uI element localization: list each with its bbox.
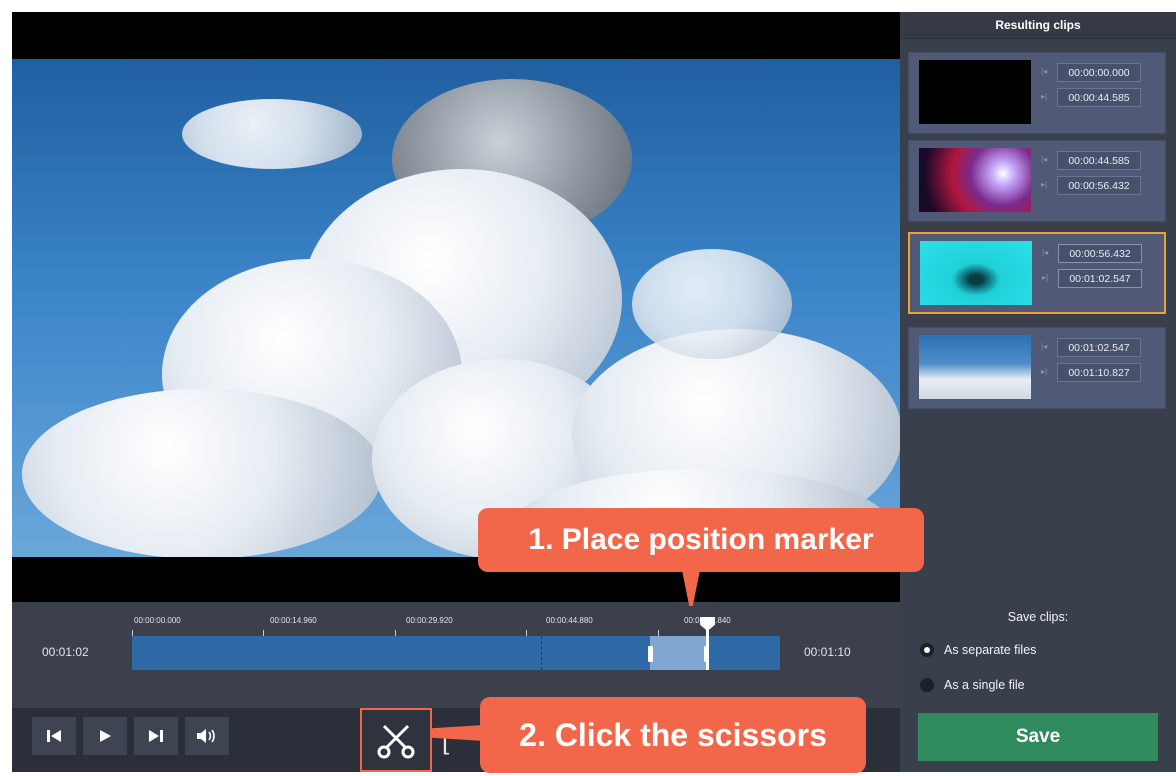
end-marker-icon: ▸| bbox=[1041, 180, 1048, 189]
clip-thumbnail bbox=[919, 148, 1031, 212]
total-time: 00:01:10 bbox=[804, 645, 851, 659]
clip-start-time[interactable]: 00:00:56.432 bbox=[1058, 244, 1142, 263]
clip-item-3[interactable]: |◂ 00:00:56.432 ▸| 00:01:02.547 bbox=[908, 232, 1166, 314]
volume-icon bbox=[197, 729, 215, 743]
start-marker-icon: |◂ bbox=[1041, 67, 1048, 76]
play-button[interactable] bbox=[83, 717, 127, 755]
option-single-label: As a single file bbox=[944, 678, 1025, 692]
clip-thumbnail bbox=[920, 241, 1032, 305]
clip-end-time[interactable]: 00:01:02.547 bbox=[1058, 269, 1142, 288]
clip-item-2[interactable]: |◂ 00:00:44.585 ▸| 00:00:56.432 bbox=[908, 140, 1166, 222]
save-button[interactable]: Save bbox=[918, 713, 1158, 761]
clip-item-4[interactable]: |◂ 00:01:02.547 ▸| 00:01:10.827 bbox=[908, 327, 1166, 409]
clip-thumbnail bbox=[919, 335, 1031, 399]
start-marker-icon: |◂ bbox=[1041, 155, 1048, 164]
resulting-clips-panel: Resulting clips |◂ 00:00:00.000 ▸| 00:00… bbox=[900, 12, 1176, 602]
clip-end-time[interactable]: 00:00:44.585 bbox=[1057, 88, 1141, 107]
clip-start-time[interactable]: 00:01:02.547 bbox=[1057, 338, 1141, 357]
skip-back-button[interactable] bbox=[32, 717, 76, 755]
timeline: 00:01:02 00:00:00.000 00:00:14.960 00:00… bbox=[12, 602, 900, 708]
clip-start-time[interactable]: 00:00:00.000 bbox=[1057, 63, 1141, 82]
scissors-icon bbox=[377, 724, 415, 759]
callout-place-marker: 1. Place position marker bbox=[478, 508, 924, 572]
save-clips-area: Save clips: As separate files As a singl… bbox=[900, 602, 1176, 772]
volume-button[interactable] bbox=[185, 717, 229, 755]
panel-title: Resulting clips bbox=[900, 12, 1176, 39]
ruler-label: 00:00:14.960 bbox=[270, 616, 317, 625]
clip-end-time[interactable]: 00:01:10.827 bbox=[1057, 363, 1141, 382]
scissors-button[interactable] bbox=[360, 708, 432, 772]
clip-item-1[interactable]: |◂ 00:00:00.000 ▸| 00:00:44.585 bbox=[908, 52, 1166, 134]
option-single-file[interactable]: As a single file bbox=[920, 675, 1025, 695]
video-splitter-window: Resulting clips |◂ 00:00:00.000 ▸| 00:00… bbox=[12, 12, 1176, 772]
position-marker[interactable] bbox=[706, 622, 709, 670]
segment-start-handle[interactable] bbox=[648, 646, 653, 662]
option-separate-label: As separate files bbox=[944, 643, 1037, 657]
clip-start-time[interactable]: 00:00:44.585 bbox=[1057, 151, 1141, 170]
ruler-label: 00:00:29.920 bbox=[406, 616, 453, 625]
skip-forward-icon bbox=[149, 730, 163, 742]
end-marker-icon: ▸| bbox=[1042, 273, 1049, 282]
skip-back-icon bbox=[47, 730, 61, 742]
ruler-label: 00:00:44.880 bbox=[546, 616, 593, 625]
end-marker-icon: ▸| bbox=[1041, 367, 1048, 376]
timeline-track[interactable] bbox=[132, 617, 780, 670]
play-icon bbox=[100, 730, 111, 742]
option-separate-files[interactable]: As separate files bbox=[920, 640, 1036, 660]
skip-forward-button[interactable] bbox=[134, 717, 178, 755]
selected-segment[interactable] bbox=[650, 636, 706, 670]
ruler-label: 00:00:00.000 bbox=[134, 616, 181, 625]
current-time: 00:01:02 bbox=[42, 645, 89, 659]
clip-thumbnail bbox=[919, 60, 1031, 124]
start-marker-icon: |◂ bbox=[1042, 248, 1049, 257]
radio-separate[interactable] bbox=[920, 643, 934, 657]
split-divider bbox=[541, 636, 542, 670]
end-marker-icon: ▸| bbox=[1041, 92, 1048, 101]
clip-end-time[interactable]: 00:00:56.432 bbox=[1057, 176, 1141, 195]
radio-single[interactable] bbox=[920, 678, 934, 692]
save-clips-title: Save clips: bbox=[1007, 610, 1069, 624]
start-marker-icon: |◂ bbox=[1041, 342, 1048, 351]
preview-frame-clouds bbox=[12, 59, 900, 557]
callout-click-scissors: 2. Click the scissors bbox=[480, 697, 866, 773]
